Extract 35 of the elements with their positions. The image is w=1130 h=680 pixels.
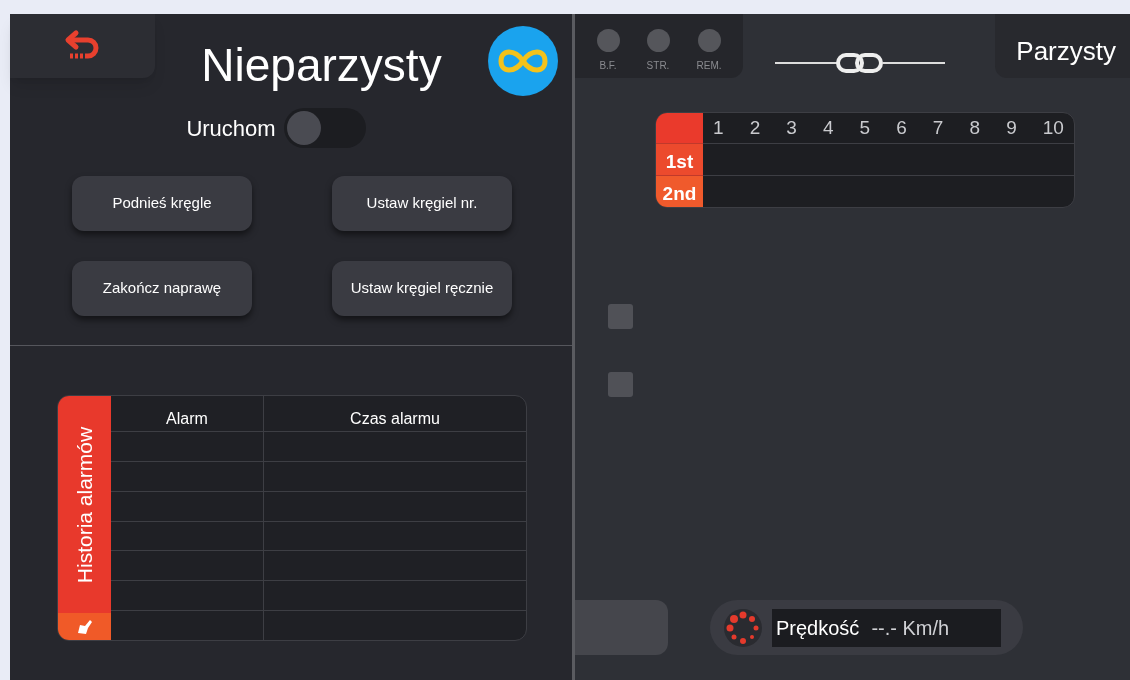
checkbox[interactable] bbox=[608, 372, 633, 397]
corner-cell bbox=[656, 113, 703, 143]
column-header: 5 bbox=[859, 115, 871, 140]
checkbox[interactable] bbox=[608, 304, 633, 329]
link-icon bbox=[775, 52, 945, 74]
spinner-icon bbox=[724, 608, 762, 647]
column-header: 7 bbox=[932, 115, 944, 140]
row-header: 1st bbox=[656, 143, 703, 175]
speed-value: --.- Km/h bbox=[871, 615, 950, 641]
speed-label: Prędkość bbox=[776, 615, 860, 641]
column-header: 4 bbox=[822, 115, 834, 140]
action-button[interactable]: Ustaw kręgiel nr. bbox=[332, 176, 512, 231]
action-button[interactable]: Podnieś kręgle bbox=[72, 176, 252, 231]
panel-title: Parzysty bbox=[995, 14, 1130, 78]
column-header: 3 bbox=[786, 115, 797, 140]
vertical-label: Historia alarmów bbox=[71, 426, 97, 583]
column-header: 10 bbox=[1042, 115, 1064, 140]
toggle-switch[interactable] bbox=[283, 108, 366, 148]
column-header: 8 bbox=[969, 115, 981, 140]
column-header: Czas alarmu bbox=[349, 409, 441, 429]
column-header: 1 bbox=[713, 115, 724, 140]
row-header: 2nd bbox=[656, 175, 703, 207]
action-button[interactable]: Zakończ naprawę bbox=[72, 261, 252, 316]
column-header: 6 bbox=[896, 115, 907, 140]
indicator-label: REM. bbox=[696, 59, 722, 73]
column-header: 9 bbox=[1006, 115, 1017, 140]
column-header: 2 bbox=[749, 115, 761, 140]
broom-icon bbox=[75, 618, 94, 635]
column-header: Alarm bbox=[111, 396, 264, 431]
indicator-label: B.F. bbox=[599, 59, 617, 73]
back-button[interactable] bbox=[10, 14, 155, 78]
toggle-label: Uruchom bbox=[186, 114, 276, 143]
action-button[interactable]: Ustaw kręgiel ręcznie bbox=[332, 261, 512, 316]
indicator-label: STR. bbox=[646, 59, 670, 73]
clear-button[interactable] bbox=[58, 613, 111, 640]
